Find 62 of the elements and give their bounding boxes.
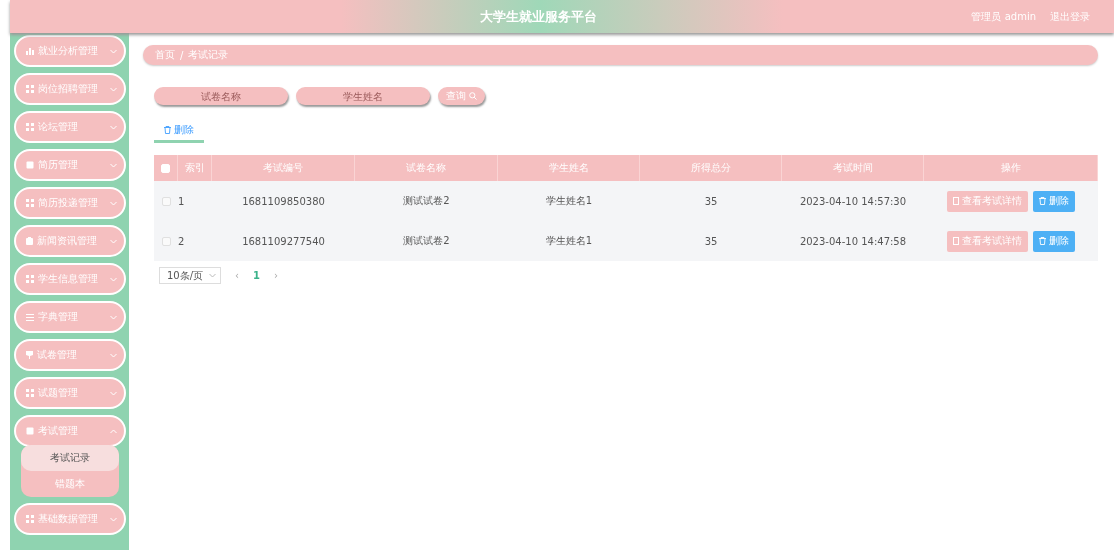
- table-cell-text: 2: [178, 234, 186, 249]
- row-checkbox[interactable]: [161, 196, 171, 206]
- chevron-icon: [109, 200, 117, 206]
- chevron-icon: [109, 428, 117, 434]
- grid-icon: [25, 199, 34, 207]
- trash-icon: [1039, 197, 1046, 205]
- clipboard-icon: [25, 237, 33, 245]
- chevron-icon: [109, 314, 117, 320]
- grid-icon: [25, 389, 34, 397]
- grid-icon: [25, 275, 34, 283]
- table-cell-text: 2023-04-10 14:47:58: [798, 234, 908, 249]
- grid-icon: [25, 123, 34, 131]
- chevron-icon: [109, 162, 117, 168]
- grid-icon: [25, 85, 34, 93]
- trash-icon: [164, 125, 171, 134]
- table-cell-text: 学生姓名1: [544, 234, 594, 248]
- query-button[interactable]: 查询: [438, 87, 485, 105]
- chevron-icon: [109, 124, 117, 130]
- cup-icon: [25, 351, 33, 359]
- search-field[interactable]: 试卷名称: [154, 87, 288, 105]
- table-cell-text: 35: [703, 194, 719, 209]
- submenu-item[interactable]: 错题本: [20, 471, 119, 497]
- trash-icon: [1039, 237, 1046, 245]
- next-page-button[interactable]: ›: [273, 270, 278, 281]
- document-icon: [953, 197, 959, 205]
- delete-tab[interactable]: 删除: [154, 119, 204, 143]
- table-cell-text: 学生姓名1: [544, 194, 594, 208]
- app-title: 大学生就业服务平台: [479, 7, 599, 26]
- table-cell-text: 1681109277540: [241, 234, 326, 249]
- search-icon: [469, 92, 477, 100]
- grid-icon: [25, 515, 34, 523]
- table-cell-text: 测试试卷2: [402, 194, 451, 208]
- chevron-icon: [109, 48, 117, 54]
- document-icon: [25, 427, 34, 435]
- table-cell-text: 35: [703, 234, 719, 249]
- prev-page-button[interactable]: ‹: [235, 270, 239, 281]
- chevron-icon: [109, 516, 117, 522]
- document-icon: [953, 237, 959, 245]
- chevron-icon: [109, 86, 117, 92]
- page-number[interactable]: 1: [253, 270, 260, 281]
- table-cell-text: 测试试卷2: [402, 234, 451, 248]
- chevron-icon: [109, 276, 117, 282]
- table-cell-text: 1681109850380: [241, 194, 326, 209]
- column-header: 操作: [924, 155, 1098, 181]
- select-all-checkbox[interactable]: [161, 163, 170, 173]
- document-icon: [25, 161, 34, 169]
- submenu-item[interactable]: 考试记录: [20, 445, 119, 471]
- breadcrumb-separator: /: [180, 49, 184, 61]
- list-icon: [25, 313, 34, 321]
- delete-button[interactable]: 删除: [1033, 190, 1075, 212]
- delete-button[interactable]: 删除: [1033, 230, 1075, 252]
- table-cell-text: 2023-04-10 14:57:30: [798, 194, 908, 209]
- breadcrumb-item[interactable]: 首页: [155, 48, 175, 62]
- row-checkbox[interactable]: [161, 236, 171, 246]
- chevron-icon: [109, 352, 117, 358]
- bar-chart-icon: [25, 47, 34, 55]
- table-cell-text: 1: [178, 194, 186, 209]
- chevron-icon: [209, 273, 216, 278]
- page-size-select[interactable]: 10条/页: [159, 267, 221, 284]
- search-field[interactable]: 学生姓名: [296, 87, 430, 105]
- chevron-icon: [109, 390, 117, 396]
- chevron-icon: [109, 238, 117, 244]
